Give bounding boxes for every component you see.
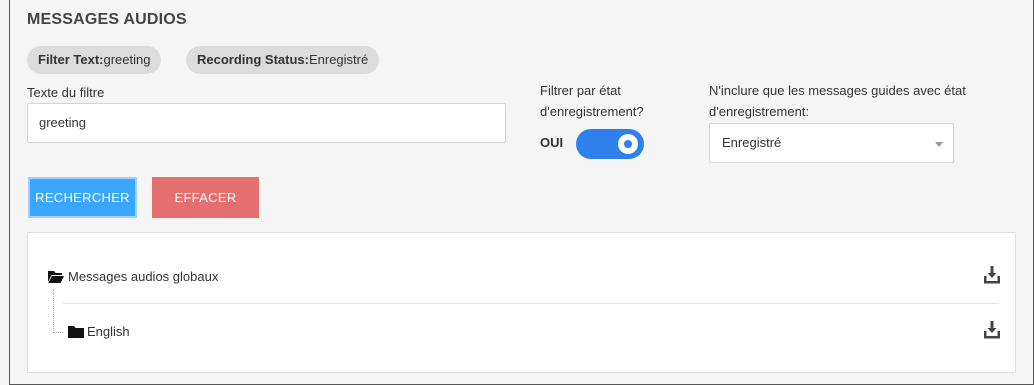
- clear-button[interactable]: EFFACER: [152, 177, 259, 218]
- filter-chip-text[interactable]: Filter Text:greeting: [27, 46, 162, 74]
- filter-chip-status[interactable]: Recording Status:Enregistré: [186, 46, 380, 74]
- folder-icon: [68, 326, 84, 338]
- chip-key: Filter Text:: [38, 52, 104, 67]
- tree-node-root[interactable]: Messages audios globaux: [28, 265, 1015, 287]
- status-toggle[interactable]: [576, 129, 644, 159]
- tree-node-label: Messages audios globaux: [68, 269, 219, 284]
- search-button[interactable]: RECHERCHER: [28, 177, 137, 218]
- status-toggle-label-1: Filtrer par état: [540, 83, 621, 98]
- chip-key: Recording Status:: [197, 52, 309, 67]
- folder-open-icon: [48, 271, 64, 283]
- tree-divider: [63, 303, 999, 304]
- status-select-label-2: d'enregistrement:: [709, 104, 810, 119]
- chevron-down-icon: [935, 142, 943, 147]
- status-select[interactable]: Enregistré: [709, 123, 954, 163]
- text-filter-label: Texte du filtre: [27, 85, 105, 100]
- tree-node-label: English: [87, 324, 130, 339]
- text-filter-input[interactable]: greeting: [27, 103, 506, 143]
- status-select-label-1: N'inclure que les messages guides avec é…: [709, 83, 966, 98]
- status-toggle-label-2: d'enregistrement?: [540, 104, 644, 119]
- toggle-state-label: OUI: [540, 135, 564, 150]
- chip-value: greeting: [103, 52, 151, 67]
- toggle-knob: [618, 134, 638, 154]
- page-title: MESSAGES AUDIOS: [27, 11, 187, 28]
- download-icon[interactable]: [983, 265, 1001, 285]
- tree-node-english[interactable]: English: [28, 320, 1015, 342]
- status-select-value: Enregistré: [722, 135, 782, 150]
- audio-tree: Messages audios globaux English: [27, 232, 1016, 373]
- chip-value: Enregistré: [308, 52, 369, 67]
- download-icon[interactable]: [983, 320, 1001, 340]
